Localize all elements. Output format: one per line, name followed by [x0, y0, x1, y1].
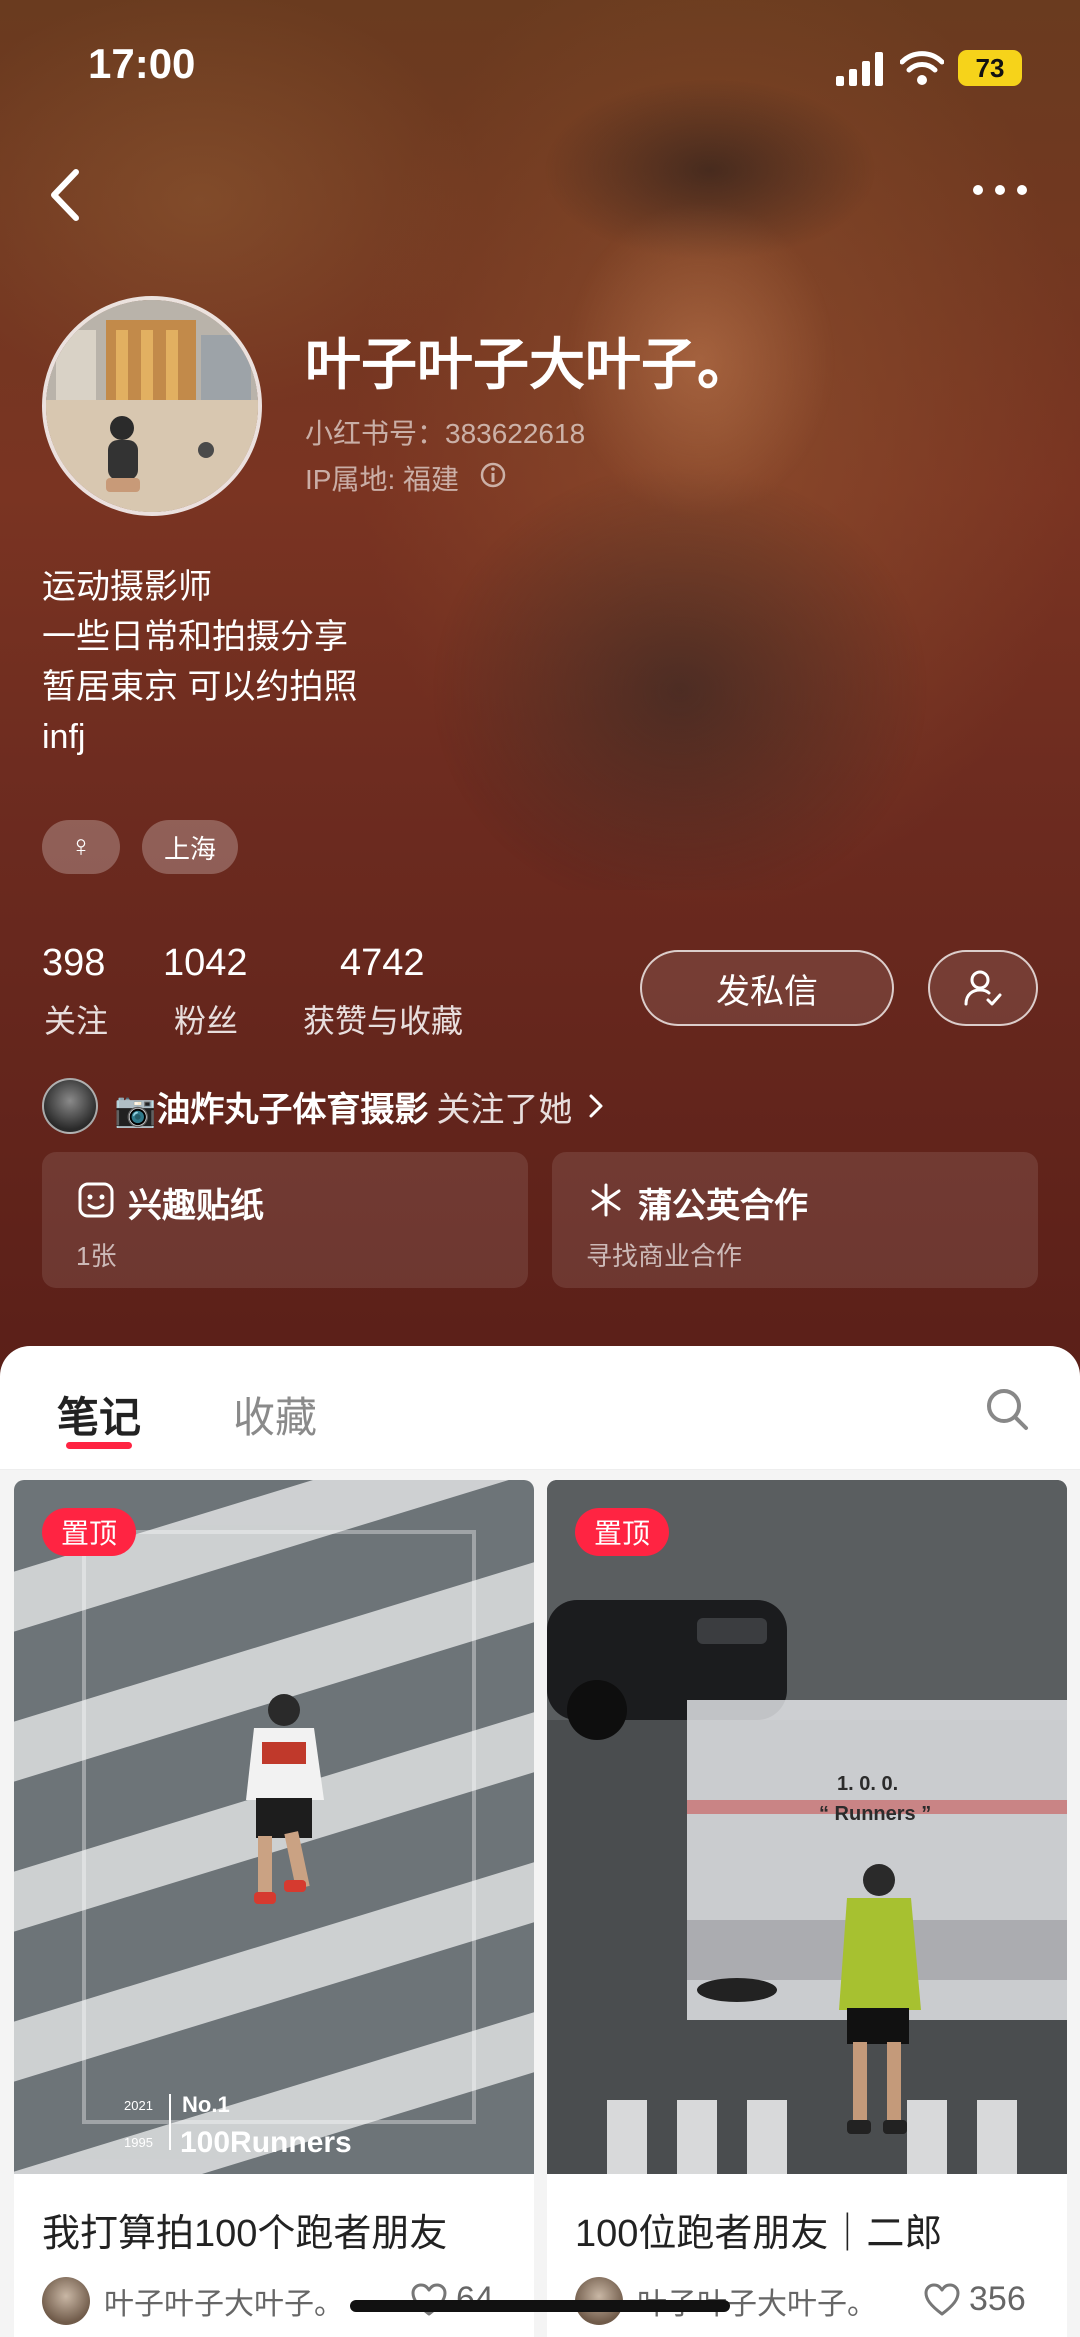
card-dandelion-collab[interactable]: 蒲公英合作 寻找商业合作 — [552, 1152, 1038, 1288]
tag-location: 上海 — [142, 820, 238, 874]
tag-gender: ♀ — [42, 820, 120, 874]
ip-location: IP属地: 福建 — [305, 464, 460, 495]
user-check-icon — [964, 970, 1002, 1006]
nickname: 叶子叶子大叶子。 — [305, 333, 753, 396]
tab-active-indicator — [66, 1442, 132, 1449]
sticker-icon — [78, 1182, 114, 1218]
stat-likes-count[interactable]: 4742 — [340, 942, 425, 985]
author-name: 叶子叶子大叶子。 — [104, 2288, 344, 2321]
mutual-suffix: 关注了她 — [436, 1090, 573, 1129]
note-cover-image: 1. 0. 0. “ Runners ” — [547, 1480, 1067, 2174]
note-title: 我打算拍100个跑者朋友 — [42, 2213, 448, 2255]
like-button[interactable]: 356 — [923, 2280, 1026, 2319]
send-message-button[interactable]: 发私信 — [640, 950, 894, 1026]
stat-followers-label[interactable]: 粉丝 — [174, 996, 238, 1042]
status-bar: 17:00 73 — [0, 0, 1080, 130]
mutual-name: 📷油炸丸子体育摄影 — [114, 1090, 429, 1129]
stat-following-count[interactable]: 398 — [42, 942, 105, 985]
tab-notes[interactable]: 笔记 — [57, 1384, 141, 1445]
cover-brand: No.1 — [182, 2092, 230, 2117]
author-avatar — [42, 2277, 90, 2325]
stat-likes-label[interactable]: 获赞与收藏 — [303, 996, 463, 1042]
note-title: 100位跑者朋友｜二郎 — [575, 2213, 943, 2255]
tag-location-label: 上海 — [163, 833, 216, 864]
cover-year-bottom: 1995 — [124, 2135, 153, 2150]
chevron-right-icon — [589, 1094, 603, 1118]
card-interest-stickers[interactable]: 兴趣贴纸 1张 — [42, 1152, 528, 1288]
cover-van-line1: 1. 0. 0. — [837, 1773, 898, 1795]
note-cover-image: 2021 1995 No.1 100Runners — [14, 1480, 534, 2174]
cover-year-top: 2021 — [124, 2098, 153, 2113]
status-time: 17:00 — [88, 40, 196, 87]
mutual-follow-row[interactable]: 📷油炸丸子体育摄影 关注了她 — [42, 1076, 606, 1136]
battery-indicator: 73 — [958, 50, 1022, 86]
search-icon[interactable] — [982, 1384, 1032, 1434]
bio-line: 运动摄影师 — [42, 568, 212, 606]
cover-caption: 100Runners — [180, 2126, 352, 2159]
note-card[interactable]: 1. 0. 0. “ Runners ” 置顶 100位跑者朋友｜二郎 叶子叶子… — [547, 1480, 1067, 2337]
follow-status-button[interactable] — [928, 950, 1038, 1026]
female-icon: ♀ — [69, 830, 93, 863]
cellular-signal-icon — [836, 52, 883, 86]
home-indicator[interactable] — [350, 2300, 730, 2312]
profile-avatar[interactable] — [42, 296, 262, 516]
cover-van-line2: “ Runners ” — [819, 1803, 931, 1825]
note-card[interactable]: 2021 1995 No.1 100Runners 置顶 我打算拍100个跑者朋… — [14, 1480, 534, 2337]
bio-line: 一些日常和拍摄分享 — [42, 618, 348, 656]
bio-line: 暂居東京 可以约拍照 — [42, 668, 358, 706]
heart-icon — [924, 2283, 960, 2315]
stat-followers-count[interactable]: 1042 — [163, 942, 248, 985]
note-author[interactable]: 叶子叶子大叶子。 — [42, 2276, 344, 2326]
pinned-badge: 置顶 — [42, 1508, 136, 1556]
bio: 运动摄影师 一些日常和拍摄分享 暂居東京 可以约拍照 infj — [42, 562, 357, 762]
like-count: 356 — [969, 2280, 1026, 2318]
content-tabs: 笔记 收藏 — [0, 1346, 1080, 1470]
back-button[interactable] — [40, 160, 90, 230]
more-options-button[interactable] — [970, 170, 1030, 210]
pinned-badge: 置顶 — [575, 1508, 669, 1556]
dandelion-icon — [591, 1183, 621, 1217]
bio-line: infj — [42, 718, 86, 756]
info-icon[interactable] — [478, 460, 508, 490]
card-title: 蒲公英合作 — [638, 1187, 808, 1225]
stat-following-label[interactable]: 关注 — [44, 996, 108, 1042]
send-message-label: 发私信 — [716, 972, 818, 1011]
mutual-avatar — [42, 1078, 98, 1134]
card-subtitle: 寻找商业合作 — [586, 1241, 743, 1271]
card-title: 兴趣贴纸 — [128, 1187, 264, 1225]
card-subtitle: 1张 — [76, 1241, 117, 1271]
wifi-icon — [900, 51, 944, 85]
avatar-image — [46, 300, 258, 512]
tab-collections[interactable]: 收藏 — [233, 1384, 317, 1445]
red-id[interactable]: 小红书号：383622618 — [305, 412, 585, 452]
